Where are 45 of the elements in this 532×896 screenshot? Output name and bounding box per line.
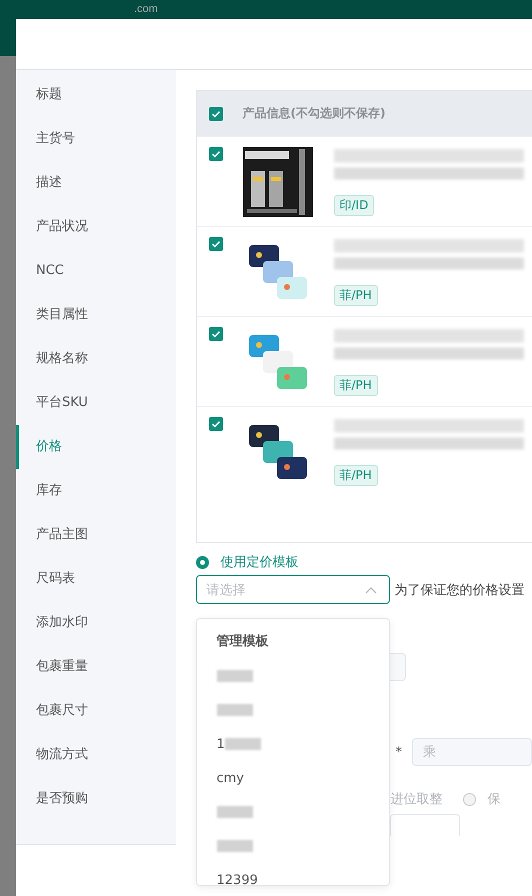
sidebar-item[interactable]: 是否预购 bbox=[16, 777, 176, 821]
sidebar-item[interactable]: 平台SKU bbox=[16, 381, 176, 425]
sidebar-item[interactable]: 产品状况 bbox=[16, 205, 176, 249]
blurred-text bbox=[224, 738, 261, 750]
rounding-label: 进位取整 bbox=[390, 791, 442, 808]
country-tag: 菲/PH bbox=[334, 285, 378, 306]
sidebar-item[interactable]: 标题 bbox=[16, 73, 176, 117]
sidebar-item[interactable]: 价格 bbox=[16, 425, 176, 469]
sidebar-item[interactable]: NCC bbox=[16, 249, 176, 293]
logo-suffix: .com bbox=[134, 3, 158, 15]
sidebar-item[interactable]: 主货号 bbox=[16, 117, 176, 161]
checkbox[interactable] bbox=[208, 147, 222, 161]
sidebar-item[interactable]: 产品主图 bbox=[16, 513, 176, 557]
blurred-text bbox=[216, 704, 252, 716]
country-tag: 菲/PH bbox=[334, 375, 378, 396]
radio-button[interactable] bbox=[196, 556, 208, 568]
column-header: 产品信息(不勾选则不保存) bbox=[242, 105, 386, 122]
checkbox[interactable] bbox=[208, 327, 222, 341]
checkbox[interactable] bbox=[208, 237, 222, 251]
checkbox[interactable] bbox=[208, 417, 222, 431]
radio-label: 保 bbox=[488, 791, 500, 808]
sidebar-item[interactable]: 库存 bbox=[16, 469, 176, 513]
menu-item[interactable]: cmy bbox=[216, 770, 244, 786]
required-mark: * bbox=[396, 744, 402, 760]
menu-item[interactable]: 1 bbox=[216, 736, 225, 752]
chevron-icon bbox=[364, 586, 376, 594]
sidebar-item[interactable]: 包裹尺寸 bbox=[16, 689, 176, 733]
radio-label: 使用定价模板 bbox=[220, 554, 298, 571]
country-tag: 印/ID bbox=[334, 195, 374, 216]
hint-text: 为了保证您的价格设置 bbox=[394, 582, 524, 598]
country-tag: 菲/PH bbox=[334, 465, 378, 486]
sidebar-item[interactable]: 描述 bbox=[16, 161, 176, 205]
sidebar-item[interactable]: 添加水印 bbox=[16, 601, 176, 645]
sidebar-item[interactable]: 物流方式 bbox=[16, 733, 176, 777]
blurred-text bbox=[216, 806, 252, 818]
sidebar-item[interactable]: 包裹重量 bbox=[16, 645, 176, 689]
sidebar-item[interactable]: 规格名称 bbox=[16, 337, 176, 381]
menu-group-title[interactable]: 管理模板 bbox=[196, 625, 388, 659]
sidebar-item[interactable]: 尺码表 bbox=[16, 557, 176, 601]
sidebar-item[interactable]: 类目属性 bbox=[16, 293, 176, 337]
radio-button[interactable] bbox=[462, 792, 476, 806]
menu-item[interactable]: 12399 bbox=[216, 872, 258, 885]
blurred-text bbox=[216, 840, 252, 852]
blurred-text bbox=[216, 670, 252, 682]
checkbox[interactable] bbox=[208, 106, 222, 120]
